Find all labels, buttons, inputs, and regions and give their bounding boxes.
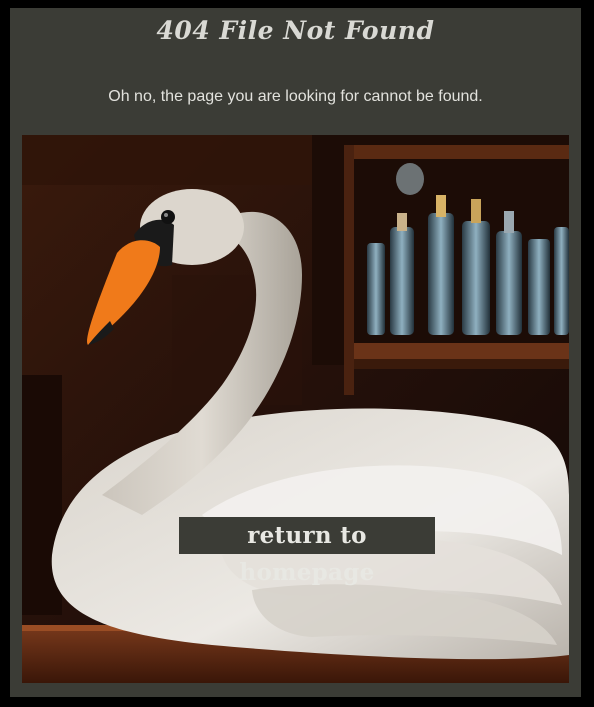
page-title: 404 File Not Found	[156, 16, 435, 45]
return-homepage-link[interactable]: return to homepage	[179, 517, 435, 586]
page-panel: 404 File Not Found Oh no, the page you a…	[10, 8, 581, 697]
not-found-message: Oh no, the page you are looking for cann…	[108, 88, 483, 105]
swan-illustration	[22, 135, 569, 683]
hero-image: return to homepage	[22, 135, 569, 683]
